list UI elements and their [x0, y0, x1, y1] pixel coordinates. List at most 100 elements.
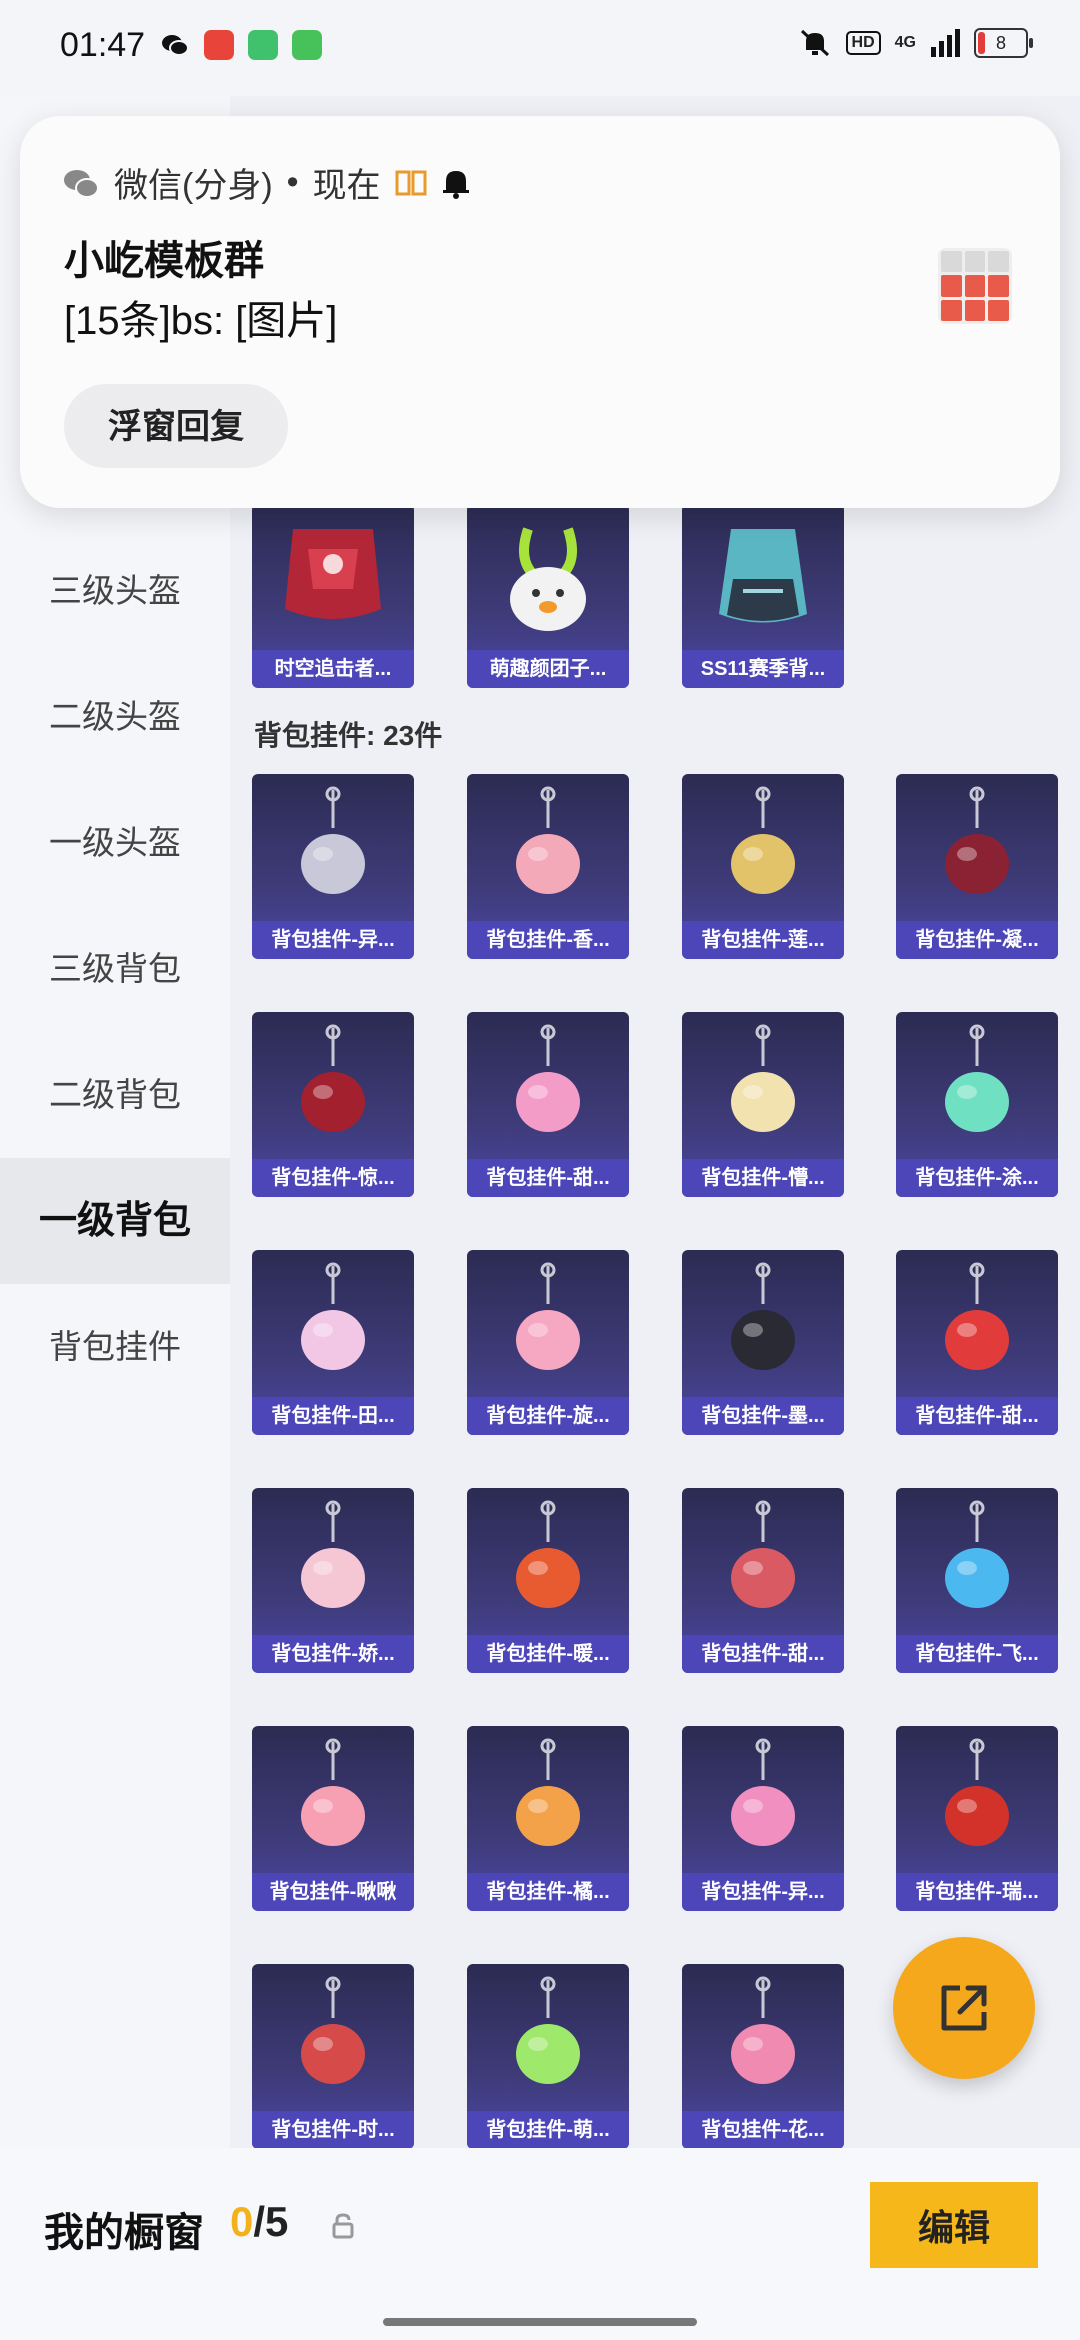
showcase-total: /5: [253, 2198, 289, 2245]
item-label: 萌趣颜团子...: [467, 650, 629, 688]
share-fab[interactable]: [893, 1937, 1035, 2079]
showcase-count: 0/5: [230, 2198, 288, 2246]
mute-icon: [800, 29, 829, 57]
sidebar-item-level1-backpack[interactable]: 一级背包: [0, 1158, 230, 1284]
charm-card[interactable]: 背包挂件-墨...: [682, 1250, 844, 1435]
charm-card[interactable]: 背包挂件-花...: [682, 1964, 844, 2149]
external-link-icon: [941, 1985, 987, 2031]
item-card[interactable]: 时空追击者...: [252, 504, 414, 688]
pink-bird-icon: [252, 1726, 414, 1876]
red-key-charm-icon: [896, 1726, 1058, 1876]
milkshake-icon: [467, 1488, 629, 1638]
bell-icon: [442, 170, 469, 199]
sidebar-item-level3-helmet[interactable]: 三级头盔: [0, 528, 230, 654]
charm-card[interactable]: 背包挂件-萌...: [467, 1964, 629, 2149]
item-card[interactable]: 萌趣颜团子...: [467, 504, 629, 688]
notification-dot: •: [286, 163, 299, 201]
charm-card[interactable]: 背包挂件-田...: [252, 1250, 414, 1435]
battery-level: 8: [995, 33, 1006, 53]
charm-card[interactable]: 背包挂件-甜...: [896, 1250, 1058, 1435]
charm-label: 背包挂件-旋...: [467, 1397, 629, 1435]
status-app-icons: [160, 30, 322, 60]
charm-label: 背包挂件-时...: [252, 2111, 414, 2149]
dual-app-icon: [395, 170, 427, 195]
charm-card[interactable]: 背包挂件-啾啾: [252, 1726, 414, 1911]
float-reply-button[interactable]: 浮窗回复: [64, 384, 288, 468]
sidebar-item-level2-backpack[interactable]: 二级背包: [0, 1032, 230, 1158]
notification-banner[interactable]: 微信(分身) • 现在 小屹模板群 [15条]bs: [图片] 浮窗回复: [20, 116, 1060, 508]
charm-card[interactable]: 背包挂件-异...: [682, 1726, 844, 1911]
green-app-icon: [248, 30, 278, 60]
status-right: HD 4G 8: [798, 28, 1033, 58]
charm-label: 背包挂件-凝...: [896, 921, 1058, 959]
charm-label: 背包挂件-惊...: [252, 1159, 414, 1197]
charm-card[interactable]: 背包挂件-橘...: [467, 1726, 629, 1911]
charm-card[interactable]: 背包挂件-涂...: [896, 1012, 1058, 1197]
charm-label: 背包挂件-飞...: [896, 1635, 1058, 1673]
bottom-bar: 我的橱窗 0/5 编辑: [0, 2148, 1080, 2340]
candy-cane-bow-icon: [467, 1012, 629, 1162]
photo-card-icon: [252, 1250, 414, 1400]
item-label: 时空追击者...: [252, 650, 414, 688]
charm-card[interactable]: 背包挂件-异...: [252, 774, 414, 959]
wechat-icon: [64, 169, 99, 198]
green-swirl-icon: [896, 1012, 1058, 1162]
green-slime-icon: [467, 1964, 629, 2114]
notification-thumbnail: [938, 248, 1012, 324]
charm-label: 背包挂件-懵...: [682, 1159, 844, 1197]
charm-label: 背包挂件-涂...: [896, 1159, 1058, 1197]
charm-label: 背包挂件-瑞...: [896, 1873, 1058, 1911]
charm-card[interactable]: 背包挂件-莲...: [682, 774, 844, 959]
teal-backpack-icon: [682, 504, 844, 654]
roller-skate-icon: [682, 1726, 844, 1876]
pink-pig-bag-icon: [252, 1488, 414, 1638]
charm-label: 背包挂件-花...: [682, 2111, 844, 2149]
charm-card[interactable]: 背包挂件-时...: [252, 1964, 414, 2149]
golden-tassel-icon: [682, 774, 844, 924]
charm-label: 背包挂件-异...: [252, 921, 414, 959]
item-label: SS11赛季背...: [682, 650, 844, 688]
crest-emblem-icon: [252, 1964, 414, 2114]
sidebar-item-backpack-charm[interactable]: 背包挂件: [0, 1284, 230, 1410]
notification-time: 现在: [312, 167, 381, 205]
charm-card[interactable]: 背包挂件-瑞...: [896, 1726, 1058, 1911]
home-indicator[interactable]: [383, 2318, 697, 2326]
feather-charm-icon: [682, 1012, 844, 1162]
pink-flower-icon: [467, 774, 629, 924]
dark-blade-icon: [896, 774, 1058, 924]
network-label: 4G: [894, 34, 916, 51]
sidebar-item-level2-helmet[interactable]: 二级头盔: [0, 654, 230, 780]
charm-card[interactable]: 背包挂件-懵...: [682, 1012, 844, 1197]
charm-card[interactable]: 背包挂件-香...: [467, 774, 629, 959]
charm-card[interactable]: 背包挂件-旋...: [467, 1250, 629, 1435]
charm-card[interactable]: 背包挂件-飞...: [896, 1488, 1058, 1673]
cat-paw-icon: [682, 1488, 844, 1638]
red-backpack-icon: [252, 504, 414, 654]
status-bar: 01:47 HD 4G 8: [0, 0, 1080, 96]
charm-label: 背包挂件-墨...: [682, 1397, 844, 1435]
item-card[interactable]: SS11赛季背...: [682, 504, 844, 688]
sidebar-item-level1-helmet[interactable]: 一级头盔: [0, 780, 230, 906]
charm-card[interactable]: 背包挂件-娇...: [252, 1488, 414, 1673]
signal-icon: [931, 29, 960, 57]
winged-emblem-icon: [252, 774, 414, 924]
strawberry-icon: [896, 1250, 1058, 1400]
omamori-icon: [682, 1964, 844, 2114]
sidebar-item-level3-backpack[interactable]: 三级背包: [0, 906, 230, 1032]
charm-label: 背包挂件-异...: [682, 1873, 844, 1911]
charm-label: 背包挂件-香...: [467, 921, 629, 959]
charm-card[interactable]: 背包挂件-甜...: [682, 1488, 844, 1673]
charm-card[interactable]: 背包挂件-甜...: [467, 1012, 629, 1197]
wechat-icon: [162, 35, 189, 56]
notification-title: 小屹模板群: [64, 239, 264, 283]
edit-button[interactable]: 编辑: [870, 2182, 1038, 2268]
charm-card[interactable]: 背包挂件-暖...: [467, 1488, 629, 1673]
showcase-title: 我的橱窗: [44, 2211, 204, 2255]
message-app-icon: [292, 30, 322, 60]
showcase-current: 0: [230, 2198, 254, 2245]
red-tassel-icon: [252, 1012, 414, 1162]
charm-card[interactable]: 背包挂件-凝...: [896, 774, 1058, 959]
charm-label: 背包挂件-甜...: [682, 1635, 844, 1673]
notification-app: 微信(分身): [114, 167, 273, 205]
charm-card[interactable]: 背包挂件-惊...: [252, 1012, 414, 1197]
